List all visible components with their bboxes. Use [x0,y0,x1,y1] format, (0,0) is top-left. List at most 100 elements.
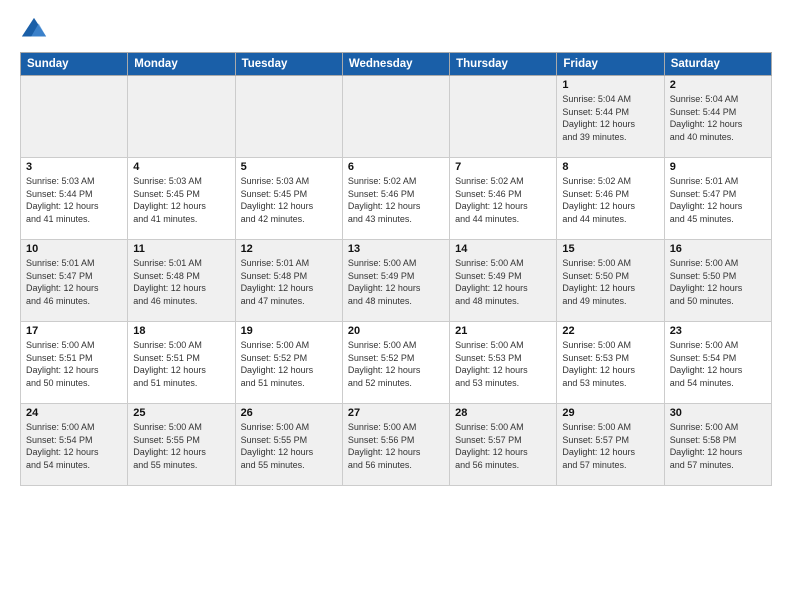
calendar-cell: 14 Sunrise: 5:00 AM Sunset: 5:49 PM Dayli… [450,240,557,322]
day-info: Sunrise: 5:00 AM Sunset: 5:50 PM Dayligh… [562,257,658,307]
day-info: Sunrise: 5:00 AM Sunset: 5:55 PM Dayligh… [133,421,229,471]
calendar-cell: 20 Sunrise: 5:00 AM Sunset: 5:52 PM Dayli… [342,322,449,404]
calendar-cell: 25 Sunrise: 5:00 AM Sunset: 5:55 PM Dayli… [128,404,235,486]
calendar-cell: 19 Sunrise: 5:00 AM Sunset: 5:52 PM Dayli… [235,322,342,404]
day-number: 5 [241,161,337,173]
day-number: 12 [241,243,337,255]
day-number: 7 [455,161,551,173]
calendar-cell [128,76,235,158]
header-day-monday: Monday [128,53,235,76]
calendar-cell: 21 Sunrise: 5:00 AM Sunset: 5:53 PM Dayli… [450,322,557,404]
calendar-cell: 6 Sunrise: 5:02 AM Sunset: 5:46 PM Daylig… [342,158,449,240]
calendar-cell: 12 Sunrise: 5:01 AM Sunset: 5:48 PM Dayli… [235,240,342,322]
header-day-wednesday: Wednesday [342,53,449,76]
day-number: 6 [348,161,444,173]
day-info: Sunrise: 5:00 AM Sunset: 5:55 PM Dayligh… [241,421,337,471]
calendar-cell: 13 Sunrise: 5:00 AM Sunset: 5:49 PM Dayli… [342,240,449,322]
day-number: 1 [562,79,658,91]
day-number: 17 [26,325,122,337]
day-info: Sunrise: 5:00 AM Sunset: 5:57 PM Dayligh… [455,421,551,471]
day-number: 18 [133,325,229,337]
day-number: 13 [348,243,444,255]
calendar-week-1: 3 Sunrise: 5:03 AM Sunset: 5:44 PM Daylig… [21,158,772,240]
day-number: 19 [241,325,337,337]
day-number: 30 [670,407,766,419]
day-number: 28 [455,407,551,419]
day-info: Sunrise: 5:00 AM Sunset: 5:49 PM Dayligh… [348,257,444,307]
calendar-cell [342,76,449,158]
day-info: Sunrise: 5:03 AM Sunset: 5:45 PM Dayligh… [133,175,229,225]
day-info: Sunrise: 5:00 AM Sunset: 5:54 PM Dayligh… [670,339,766,389]
calendar-cell: 5Sunrise: 5:03 AM Sunset: 5:45 PM Daylig… [235,158,342,240]
day-info: Sunrise: 5:02 AM Sunset: 5:46 PM Dayligh… [455,175,551,225]
day-number: 11 [133,243,229,255]
calendar-cell: 27Sunrise: 5:00 AM Sunset: 5:56 PM Dayli… [342,404,449,486]
calendar-cell [235,76,342,158]
header-day-friday: Friday [557,53,664,76]
calendar-cell: 3 Sunrise: 5:03 AM Sunset: 5:44 PM Daylig… [21,158,128,240]
day-number: 4 [133,161,229,173]
day-info: Sunrise: 5:00 AM Sunset: 5:49 PM Dayligh… [455,257,551,307]
calendar-week-0: 1 Sunrise: 5:04 AM Sunset: 5:44 PM Daylig… [21,76,772,158]
day-info: Sunrise: 5:03 AM Sunset: 5:44 PM Dayligh… [26,175,122,225]
day-info: Sunrise: 5:00 AM Sunset: 5:56 PM Dayligh… [348,421,444,471]
day-info: Sunrise: 5:01 AM Sunset: 5:47 PM Dayligh… [26,257,122,307]
day-number: 3 [26,161,122,173]
calendar-cell: 9 Sunrise: 5:01 AM Sunset: 5:47 PM Daylig… [664,158,771,240]
calendar-cell: 7 Sunrise: 5:02 AM Sunset: 5:46 PM Daylig… [450,158,557,240]
day-info: Sunrise: 5:00 AM Sunset: 5:52 PM Dayligh… [241,339,337,389]
day-info: Sunrise: 5:04 AM Sunset: 5:44 PM Dayligh… [562,93,658,143]
calendar-cell [21,76,128,158]
calendar-cell: 4 Sunrise: 5:03 AM Sunset: 5:45 PM Daylig… [128,158,235,240]
day-info: Sunrise: 5:00 AM Sunset: 5:57 PM Dayligh… [562,421,658,471]
day-info: Sunrise: 5:01 AM Sunset: 5:47 PM Dayligh… [670,175,766,225]
day-number: 24 [26,407,122,419]
calendar-cell: 2 Sunrise: 5:04 AM Sunset: 5:44 PM Daylig… [664,76,771,158]
day-number: 15 [562,243,658,255]
calendar-body: 1 Sunrise: 5:04 AM Sunset: 5:44 PM Daylig… [21,76,772,486]
header-day-thursday: Thursday [450,53,557,76]
logo-icon [20,16,48,44]
calendar-cell: 18 Sunrise: 5:00 AM Sunset: 5:51 PM Dayli… [128,322,235,404]
day-info: Sunrise: 5:01 AM Sunset: 5:48 PM Dayligh… [133,257,229,307]
day-number: 16 [670,243,766,255]
day-number: 14 [455,243,551,255]
day-number: 8 [562,161,658,173]
day-info: Sunrise: 5:00 AM Sunset: 5:53 PM Dayligh… [455,339,551,389]
day-info: Sunrise: 5:00 AM Sunset: 5:53 PM Dayligh… [562,339,658,389]
day-number: 25 [133,407,229,419]
day-number: 2 [670,79,766,91]
day-number: 9 [670,161,766,173]
calendar-cell [450,76,557,158]
day-info: Sunrise: 5:01 AM Sunset: 5:48 PM Dayligh… [241,257,337,307]
calendar-cell: 26 Sunrise: 5:00 AM Sunset: 5:55 PM Dayli… [235,404,342,486]
calendar-cell: 17 Sunrise: 5:00 AM Sunset: 5:51 PM Dayli… [21,322,128,404]
day-info: Sunrise: 5:04 AM Sunset: 5:44 PM Dayligh… [670,93,766,143]
day-info: Sunrise: 5:02 AM Sunset: 5:46 PM Dayligh… [348,175,444,225]
calendar-header: SundayMondayTuesdayWednesdayThursdayFrid… [21,53,772,76]
page: SundayMondayTuesdayWednesdayThursdayFrid… [0,0,792,612]
calendar-cell: 16Sunrise: 5:00 AM Sunset: 5:50 PM Dayli… [664,240,771,322]
logo [20,16,52,44]
day-number: 23 [670,325,766,337]
calendar-cell: 30 Sunrise: 5:00 AM Sunset: 5:58 PM Dayli… [664,404,771,486]
day-info: Sunrise: 5:00 AM Sunset: 5:58 PM Dayligh… [670,421,766,471]
calendar-cell: 8 Sunrise: 5:02 AM Sunset: 5:46 PM Daylig… [557,158,664,240]
header-day-saturday: Saturday [664,53,771,76]
calendar-cell: 15 Sunrise: 5:00 AM Sunset: 5:50 PM Dayli… [557,240,664,322]
day-number: 20 [348,325,444,337]
header-day-sunday: Sunday [21,53,128,76]
day-number: 21 [455,325,551,337]
calendar-cell: 28 Sunrise: 5:00 AM Sunset: 5:57 PM Dayli… [450,404,557,486]
calendar-cell: 22Sunrise: 5:00 AM Sunset: 5:53 PM Dayli… [557,322,664,404]
calendar-cell: 23 Sunrise: 5:00 AM Sunset: 5:54 PM Dayli… [664,322,771,404]
day-number: 10 [26,243,122,255]
calendar-cell: 29Sunrise: 5:00 AM Sunset: 5:57 PM Dayli… [557,404,664,486]
calendar-table: SundayMondayTuesdayWednesdayThursdayFrid… [20,52,772,486]
day-info: Sunrise: 5:00 AM Sunset: 5:52 PM Dayligh… [348,339,444,389]
day-number: 26 [241,407,337,419]
day-info: Sunrise: 5:00 AM Sunset: 5:51 PM Dayligh… [26,339,122,389]
day-info: Sunrise: 5:02 AM Sunset: 5:46 PM Dayligh… [562,175,658,225]
calendar-week-4: 24Sunrise: 5:00 AM Sunset: 5:54 PM Dayli… [21,404,772,486]
day-info: Sunrise: 5:00 AM Sunset: 5:51 PM Dayligh… [133,339,229,389]
